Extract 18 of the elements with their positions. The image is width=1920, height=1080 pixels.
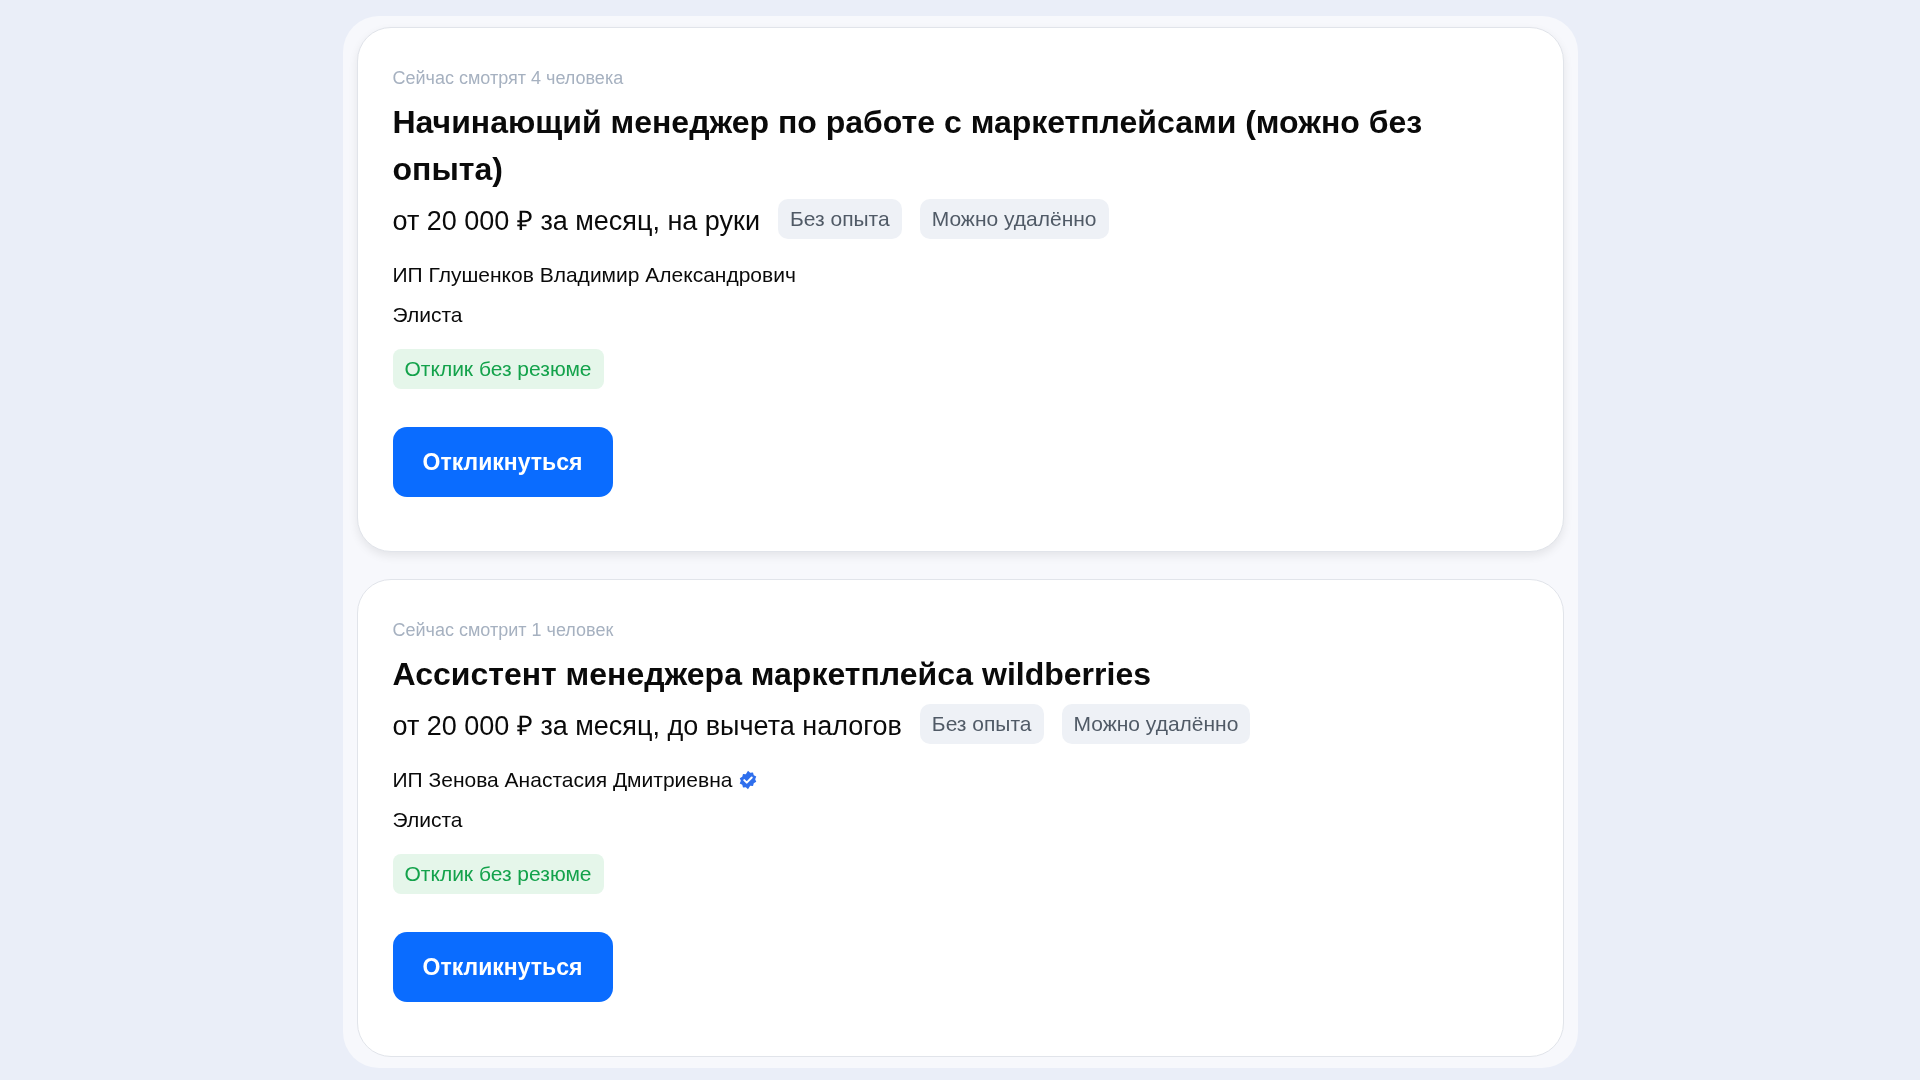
company-name[interactable]: ИП Глушенков Владимир Александрович xyxy=(392,263,796,287)
no-resume-badge: Отклик без резюме xyxy=(392,854,604,894)
tag: Без опыта xyxy=(778,199,902,239)
respond-button[interactable]: Откликнуться xyxy=(392,427,613,497)
salary: от 20 000 ₽ за месяц, на руки xyxy=(392,204,760,238)
salary: от 20 000 ₽ за месяц, до вычета налогов xyxy=(392,709,902,743)
viewers-count: Сейчас смотрят 4 человека xyxy=(392,68,624,89)
vacancy-title[interactable]: Начинающий менеджер по работе с маркетплейсами (можно без опыта) xyxy=(392,99,1523,193)
city: Элиста xyxy=(392,808,463,832)
viewers-count: Сейчас смотрит 1 человек xyxy=(392,620,614,641)
tag: Без опыта xyxy=(919,704,1044,744)
vacancy-title[interactable]: Ассистент менеджера маркетплейса wildberries xyxy=(392,651,1151,698)
company-name[interactable]: ИП Зенова Анастасия Дмитриевна xyxy=(392,768,733,792)
city: Элиста xyxy=(392,303,463,327)
tag: Можно удалённо xyxy=(919,199,1109,239)
no-resume-badge: Отклик без резюме xyxy=(392,349,604,389)
respond-button[interactable]: Откликнуться xyxy=(392,932,613,1002)
tag: Можно удалённо xyxy=(1061,704,1251,744)
